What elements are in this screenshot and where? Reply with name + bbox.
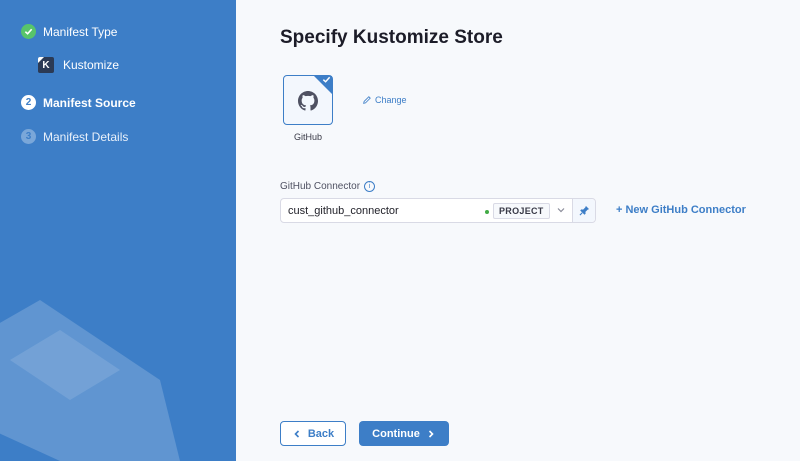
back-label: Back bbox=[307, 427, 335, 440]
change-label: Change bbox=[375, 95, 407, 105]
store-label: GitHub bbox=[293, 132, 322, 142]
chevron-right-icon bbox=[428, 429, 434, 438]
back-button[interactable]: Back bbox=[280, 421, 346, 446]
continue-label: Continue bbox=[372, 427, 420, 440]
wizard-sidebar: Manifest Type K Kustomize 2 Manifest Sou… bbox=[0, 0, 236, 461]
connector-label-text: GitHub Connector bbox=[280, 181, 361, 192]
main-panel: Specify Kustomize Store GitHub Change Gi… bbox=[236, 0, 800, 461]
step-sub-kustomize: K Kustomize bbox=[38, 57, 119, 73]
step-number: 2 bbox=[21, 95, 36, 110]
github-store-tile[interactable] bbox=[283, 75, 333, 125]
page-title: Specify Kustomize Store bbox=[280, 27, 503, 48]
scope-badge: PROJECT bbox=[493, 203, 550, 219]
step-label: Manifest Source bbox=[43, 95, 136, 110]
pencil-icon bbox=[363, 96, 371, 104]
step-manifest-type[interactable]: Manifest Type bbox=[21, 24, 117, 39]
check-icon bbox=[322, 75, 331, 86]
chevron-down-icon[interactable] bbox=[556, 205, 566, 217]
sub-item-label: Kustomize bbox=[63, 58, 120, 72]
change-link[interactable]: Change bbox=[362, 95, 407, 105]
step-manifest-source[interactable]: 2 Manifest Source bbox=[21, 95, 136, 110]
step-label: Manifest Type bbox=[43, 24, 118, 39]
step-label: Manifest Details bbox=[43, 129, 129, 144]
check-icon bbox=[21, 24, 36, 39]
new-github-connector-link[interactable]: + New GitHub Connector bbox=[616, 204, 746, 216]
chevron-left-icon bbox=[294, 429, 299, 438]
connector-value: cust_github_connector bbox=[288, 205, 399, 217]
pin-icon[interactable] bbox=[572, 199, 595, 222]
connector-field-label: GitHub Connector i bbox=[280, 181, 376, 192]
step-number: 3 bbox=[21, 129, 36, 144]
status-dot bbox=[485, 210, 489, 214]
github-icon bbox=[298, 91, 318, 116]
info-icon[interactable]: i bbox=[364, 181, 376, 192]
continue-button[interactable]: Continue bbox=[359, 421, 449, 446]
step-manifest-details[interactable]: 3 Manifest Details bbox=[21, 129, 128, 144]
kustomize-icon: K bbox=[38, 57, 54, 73]
github-connector-select[interactable]: cust_github_connector PROJECT bbox=[280, 198, 596, 223]
